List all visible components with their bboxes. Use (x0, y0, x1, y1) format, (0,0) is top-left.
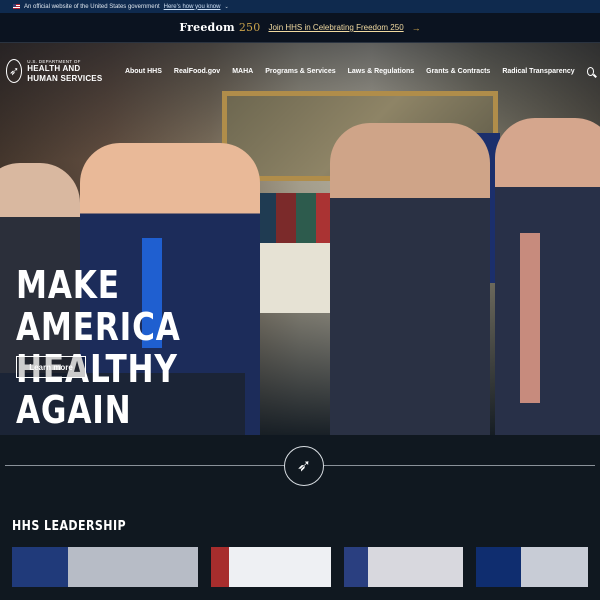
gov-banner: An official website of the United States… (0, 0, 600, 13)
main-header: ➶ U.S. DEPARTMENT OF HEALTH AND HUMAN SE… (0, 43, 600, 99)
nav-realfood[interactable]: RealFood.gov (174, 68, 220, 75)
arrow-right-icon[interactable]: → (412, 23, 421, 33)
heres-how-you-know-link[interactable]: Here's how you know (164, 4, 221, 10)
hhs-seal-icon: ➶ (284, 446, 324, 486)
freedom-250-bar: Freedom 250 Join HHS in Celebrating Free… (0, 13, 600, 43)
leader-card[interactable] (476, 547, 589, 587)
leadership-cards (12, 547, 589, 587)
logo-title: HEALTH AND HUMAN SERVICES (27, 64, 103, 83)
leader-card[interactable] (211, 547, 331, 587)
leadership-title: HHS LEADERSHIP (12, 519, 127, 534)
flag-icon (13, 4, 20, 9)
nav-grants-contracts[interactable]: Grants & Contracts (426, 68, 490, 75)
nav-radical-transparency[interactable]: Radical Transparency (502, 68, 574, 75)
nav-maha[interactable]: MAHA (232, 68, 253, 75)
chevron-down-icon[interactable]: ⌄ (224, 4, 228, 10)
leader-card[interactable] (12, 547, 199, 587)
learn-more-button[interactable]: Learn more (16, 356, 86, 378)
section-divider: ➶ (0, 435, 600, 500)
hhs-eagle-icon: ➶ (6, 59, 23, 83)
freedom-250-logo[interactable]: Freedom 250 (179, 21, 260, 34)
hhs-logo[interactable]: ➶ U.S. DEPARTMENT OF HEALTH AND HUMAN SE… (6, 59, 112, 83)
nav-programs-services[interactable]: Programs & Services (265, 68, 335, 75)
freedom-250-link[interactable]: Join HHS in Celebrating Freedom 250 (268, 23, 403, 32)
main-nav: About HHS RealFood.gov MAHA Programs & S… (125, 68, 575, 75)
gov-banner-text: An official website of the United States… (24, 3, 160, 10)
person-right (495, 118, 600, 435)
search-icon[interactable] (586, 66, 594, 76)
hero-title: MAKE AMERICA HEALTHY AGAIN (16, 263, 181, 433)
leadership-section: HHS LEADERSHIP (0, 500, 600, 587)
leader-card[interactable] (343, 547, 464, 587)
nav-laws-regulations[interactable]: Laws & Regulations (348, 68, 415, 75)
tie-decor (520, 233, 540, 403)
nav-about-hhs[interactable]: About HHS (125, 68, 162, 75)
person-center-right (330, 123, 490, 435)
hero-section: ➶ U.S. DEPARTMENT OF HEALTH AND HUMAN SE… (0, 43, 600, 435)
